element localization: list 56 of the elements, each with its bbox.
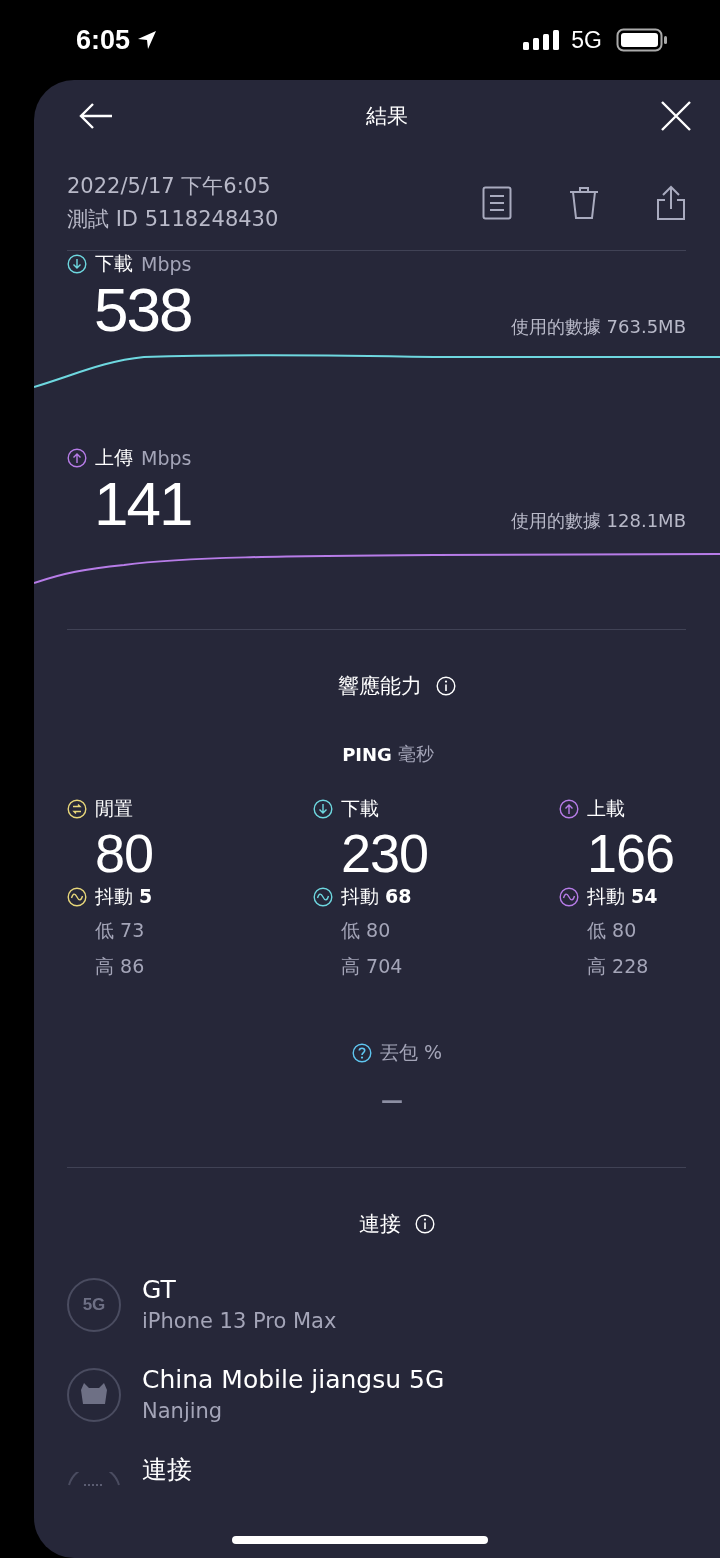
network-type: 5G [571, 26, 602, 54]
jitter-value: 抖動 5 [95, 884, 153, 909]
latency-low: 低 73 [94, 918, 146, 943]
test-date: 2022/5/17 下午6:05 [67, 173, 272, 200]
latency-value: 80 [94, 824, 155, 882]
battery-icon [616, 28, 668, 52]
latency-low: 低 80 [586, 918, 638, 943]
page-title: 結果 [366, 103, 408, 130]
location-icon [136, 29, 159, 51]
data-used: 使用的數據 128.1MB [510, 509, 686, 533]
latency-label: 閒置 [95, 796, 133, 821]
info-icon[interactable] [436, 676, 456, 696]
connection-title: GT [142, 1274, 177, 1306]
latency-low: 低 80 [340, 918, 392, 943]
latency-value: 166 [586, 824, 676, 882]
latency-high: 高 704 [340, 954, 404, 979]
speed-value: 538 [94, 277, 192, 343]
latency-label: 上載 [587, 796, 625, 821]
jitter-value: 抖動 68 [341, 884, 412, 909]
latency-value: 230 [340, 824, 430, 882]
connection-subtitle: iPhone 13 Pro Max [142, 1308, 337, 1335]
jitter-icon [67, 887, 87, 907]
signal-icon [523, 29, 562, 51]
connection-title: China Mobile jiangsu 5G [142, 1364, 445, 1396]
section-title: 響應能力 [338, 673, 422, 700]
speed-label: 上傳 [95, 445, 133, 470]
speed-value: 141 [94, 471, 192, 537]
packet-loss-value: — [380, 1088, 404, 1113]
latency-high: 高 86 [94, 954, 146, 979]
data-used: 使用的數據 763.5MB [510, 315, 686, 339]
speed-unit: Mbps [141, 447, 192, 469]
ping-label: PING [342, 743, 392, 765]
network-type-icon: 5G [67, 1278, 121, 1332]
test-id: 測試 ID 5118248430 [67, 206, 280, 233]
help-icon[interactable] [351, 1043, 372, 1063]
jitter-value: 抖動 54 [587, 884, 658, 909]
jitter-icon [559, 887, 579, 907]
section-title: 連接 [359, 1211, 401, 1238]
connection-subtitle: Nanjing [142, 1398, 224, 1425]
connection-title: 連接 [142, 1454, 192, 1486]
jitter-icon [313, 887, 333, 907]
speed-label: 下載 [95, 251, 133, 276]
latency-high: 高 228 [586, 954, 650, 979]
close-button[interactable] [660, 100, 692, 132]
status-time: 6:05 [76, 24, 131, 56]
details-icon[interactable] [482, 186, 512, 220]
info-icon[interactable] [415, 1214, 435, 1234]
packet-loss-label: 丟包 % [379, 1040, 443, 1065]
server-provider-icon [67, 1368, 121, 1422]
back-button[interactable] [78, 101, 114, 131]
speed-unit: Mbps [141, 253, 192, 275]
ping-unit: 毫秒 [397, 742, 434, 766]
share-icon[interactable] [656, 185, 686, 221]
latency-label: 下載 [341, 796, 379, 821]
delete-icon[interactable] [568, 186, 600, 220]
connection-icon [67, 1472, 121, 1486]
